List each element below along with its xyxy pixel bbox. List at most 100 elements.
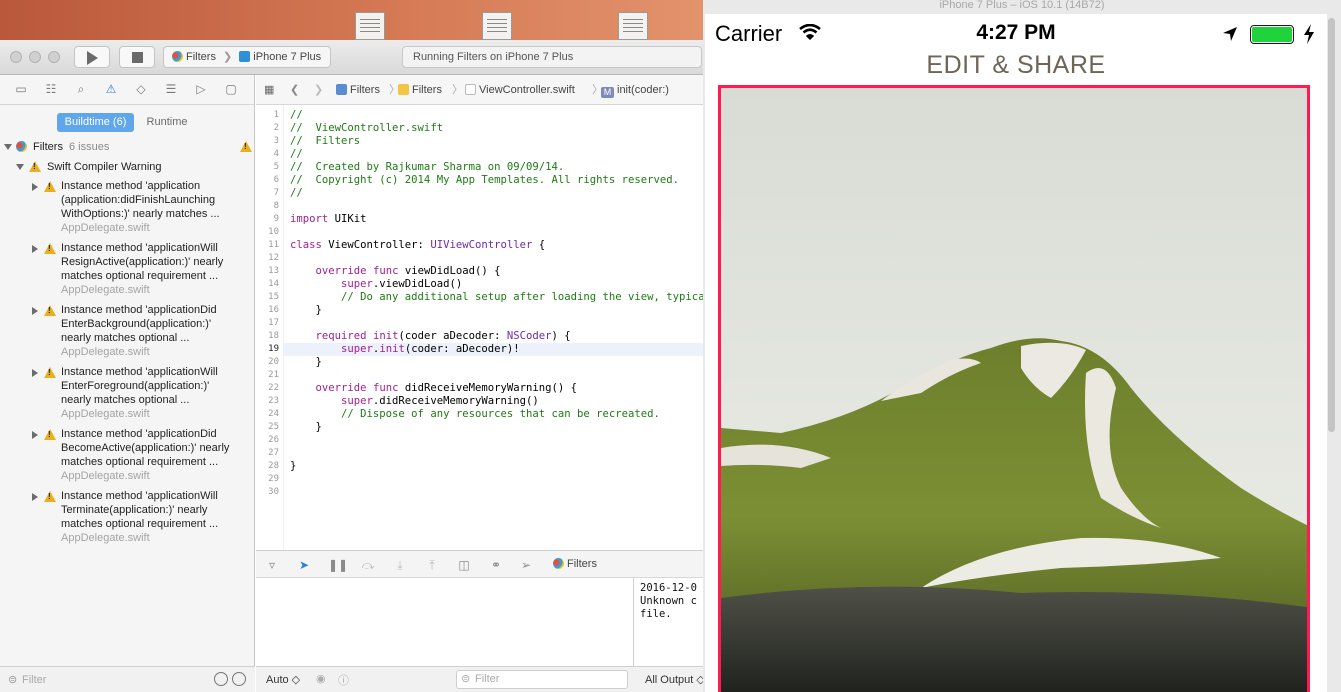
warning-filter-icon[interactable] xyxy=(232,672,246,686)
issue-item[interactable]: Instance method 'application (applicatio… xyxy=(0,179,255,237)
related-items-icon[interactable]: ▦ xyxy=(264,83,274,97)
play-icon xyxy=(87,51,98,65)
issue-file: AppDelegate.swift xyxy=(61,408,150,420)
pause-icon[interactable]: ❚❚ xyxy=(328,557,348,573)
group-row[interactable]: Swift Compiler Warning xyxy=(0,159,255,175)
line-number: 9 xyxy=(273,214,279,224)
line-number: 15 xyxy=(268,292,279,302)
mountain-photo xyxy=(721,88,1307,692)
disclosure-triangle-icon[interactable] xyxy=(32,431,38,439)
disclosure-triangle-icon[interactable] xyxy=(16,164,24,170)
line-number: 25 xyxy=(268,422,279,432)
issue-item[interactable]: Instance method 'applicationWill EnterFo… xyxy=(0,365,255,423)
filter-placeholder: Filter xyxy=(475,673,500,685)
line-number: 28 xyxy=(268,461,279,471)
line-number: 5 xyxy=(273,162,279,172)
code-line: override func didReceiveMemoryWarning() … xyxy=(315,382,578,394)
debug-target[interactable]: Filters xyxy=(553,558,597,570)
simulator-window: iPhone 7 Plus – iOS 10.1 (14B72) Carrier… xyxy=(703,0,1341,692)
chevron-right-icon: ❯ xyxy=(223,51,233,63)
memory-graph-icon[interactable]: ⚭ xyxy=(488,557,504,573)
hierarchy-icon[interactable]: ☷ xyxy=(44,83,58,96)
issue-item[interactable]: Instance method 'applicationDid EnterBac… xyxy=(0,303,255,361)
warning-icon xyxy=(44,367,56,378)
step-out-icon[interactable]: ⤒ xyxy=(424,557,440,573)
eye-icon[interactable]: ◉ xyxy=(316,672,326,685)
buildtime-tab[interactable]: Buildtime (6) xyxy=(57,113,134,132)
jump-project[interactable]: Filters xyxy=(336,83,380,97)
photo-preview[interactable] xyxy=(718,85,1310,692)
disclosure-triangle-icon[interactable] xyxy=(32,183,38,191)
code-editor[interactable]: //// ViewController.swift// Filters//// … xyxy=(284,105,703,560)
forward-arrow-icon[interactable]: ❯ xyxy=(314,83,323,97)
code-line: super.viewDidLoad() xyxy=(341,278,463,290)
disclosure-triangle-icon[interactable] xyxy=(4,144,12,150)
issue-message: Instance method 'applicationWill EnterFo… xyxy=(61,365,246,421)
close-window-button[interactable] xyxy=(10,51,22,63)
issue-navigator: ▭ ☷ ⌕ ⚠ ◇ ☰ ▷ ▢ Buildtime (6) Runtime Fi… xyxy=(0,75,255,692)
issue-count: 6 issues xyxy=(69,141,110,153)
disclosure-triangle-icon[interactable] xyxy=(32,369,38,377)
breakpoints-icon[interactable]: ➤ xyxy=(296,557,312,573)
line-number: 4 xyxy=(273,149,279,159)
disclosure-triangle-icon[interactable] xyxy=(32,245,38,253)
code-line: } xyxy=(290,460,297,472)
line-number: 29 xyxy=(268,474,279,484)
jump-bar: ▦ ❮ ❯ Filters 〉 Filters 〉 ViewController… xyxy=(256,75,703,105)
info-icon[interactable]: ⓘ xyxy=(338,672,349,688)
location-icon[interactable]: ➢ xyxy=(518,557,534,573)
search-icon[interactable]: ⌕ xyxy=(74,83,88,96)
report-icon[interactable]: ▢ xyxy=(224,83,238,96)
disclosure-triangle-icon[interactable] xyxy=(32,493,38,501)
breakpoint-icon[interactable]: ▷ xyxy=(194,83,208,96)
scheme-selector[interactable]: Filters ❯ iPhone 7 Plus xyxy=(163,46,331,68)
hide-debug-icon[interactable]: ▿ xyxy=(264,557,280,573)
phone-screen: Carrier 4:27 PM EDIT & SHARE xyxy=(705,14,1327,692)
jump-folder[interactable]: Filters xyxy=(398,83,442,97)
variables-filter-input[interactable]: ⊜ Filter xyxy=(456,670,628,689)
disclosure-triangle-icon[interactable] xyxy=(32,307,38,315)
app-icon xyxy=(553,558,564,569)
issue-file: AppDelegate.swift xyxy=(61,284,150,296)
run-button[interactable] xyxy=(74,46,110,68)
view-hierarchy-icon[interactable]: ◫ xyxy=(456,557,472,573)
line-number: 20 xyxy=(268,357,279,367)
line-number: 10 xyxy=(268,227,279,237)
clock-icon[interactable] xyxy=(214,672,228,686)
xcode-window: Filters ❯ iPhone 7 Plus Running Filters … xyxy=(0,40,705,692)
console-line: file. xyxy=(640,608,672,620)
warning-navigator-icon[interactable]: ⚠ xyxy=(104,83,118,96)
back-arrow-icon[interactable]: ❮ xyxy=(290,83,299,97)
issue-item[interactable]: Instance method 'applicationWill ResignA… xyxy=(0,241,255,299)
jump-file[interactable]: ViewController.swift xyxy=(465,83,575,97)
code-line: } xyxy=(290,421,322,433)
step-into-icon[interactable]: ⤓ xyxy=(392,557,408,573)
simulator-scrollbar[interactable] xyxy=(1328,18,1335,432)
line-number: 6 xyxy=(273,175,279,185)
issue-item[interactable]: Instance method 'applicationWill Termina… xyxy=(0,489,255,547)
navigator-filter-input[interactable]: ⊜ Filter xyxy=(8,671,208,689)
stop-button[interactable] xyxy=(119,46,155,68)
project-row[interactable]: Filters 6 issues xyxy=(0,139,255,155)
jump-symbol[interactable]: Minit(coder:) xyxy=(601,83,669,98)
code-line: class ViewController: UIViewController { xyxy=(290,239,546,251)
console-output-select[interactable]: All Output ◇ xyxy=(645,673,705,686)
desktop-file-icon[interactable] xyxy=(482,12,512,40)
runtime-tab[interactable]: Runtime xyxy=(136,113,198,132)
debug-bottom-bar: Auto ◇ ◉ ⓘ ⊜ Filter All Output ◇ xyxy=(256,666,705,692)
console-output[interactable]: 2016-12-0 Unknown c file. xyxy=(633,578,703,666)
zoom-window-button[interactable] xyxy=(48,51,60,63)
step-over-icon[interactable]: ⤼ xyxy=(360,557,376,573)
desktop-file-icon[interactable] xyxy=(355,12,385,40)
warning-icon xyxy=(29,161,41,172)
warning-icon xyxy=(44,181,56,192)
test-icon[interactable]: ◇ xyxy=(134,83,148,96)
issue-item[interactable]: Instance method 'applicationDid BecomeAc… xyxy=(0,427,255,485)
folder-icon[interactable]: ▭ xyxy=(14,83,28,96)
warning-icon xyxy=(240,141,252,152)
scheme-device-name: iPhone 7 Plus xyxy=(253,51,322,63)
minimize-window-button[interactable] xyxy=(29,51,41,63)
debug-icon[interactable]: ☰ xyxy=(164,83,178,96)
auto-scope-select[interactable]: Auto ◇ xyxy=(266,673,300,686)
desktop-file-icon[interactable] xyxy=(618,12,648,40)
